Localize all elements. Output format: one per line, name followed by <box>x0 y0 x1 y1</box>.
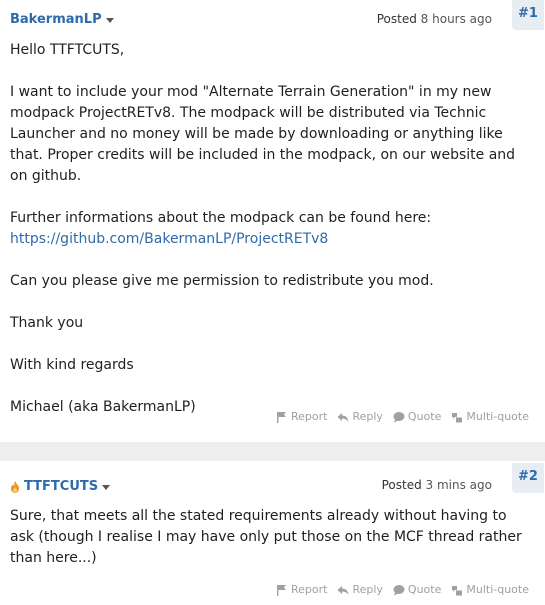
reply-arrow-icon <box>337 585 349 595</box>
quote-label: Quote <box>407 410 442 423</box>
reply-button[interactable]: Reply <box>337 583 383 596</box>
post-paragraph: Hello TTFTCUTS, <box>10 42 125 58</box>
report-label: Report <box>290 410 328 423</box>
quote-label: Quote <box>407 583 442 596</box>
multi-quote-label: Multi-quote <box>466 583 529 596</box>
posted-time: Posted 8 hours ago <box>377 12 492 26</box>
caret-down-icon <box>102 485 111 490</box>
post-body: Sure, that meets all the stated requirem… <box>10 506 525 569</box>
report-label: Report <box>290 583 328 596</box>
multi-quote-button[interactable]: Multi-quote <box>451 410 529 423</box>
multi-quote-icon <box>452 412 463 422</box>
quote-button[interactable]: Quote <box>393 410 441 423</box>
post-2: #2 TTFTCUTS Posted 3 mins ago Sure, that… <box>0 461 545 605</box>
author-name: BakermanLP <box>10 12 102 27</box>
post-number-link[interactable]: #2 <box>512 463 544 493</box>
multi-quote-label: Multi-quote <box>466 410 529 423</box>
speech-bubble-icon <box>393 411 405 422</box>
reply-button[interactable]: Reply <box>337 410 383 423</box>
post-actions: Report Reply Quote Multi-quote <box>276 583 529 596</box>
caret-down-icon <box>105 18 114 23</box>
posted-time-value: 3 mins ago <box>425 478 492 492</box>
reply-label: Reply <box>352 410 383 423</box>
post-1: #1 BakermanLP Posted 8 hours ago Hello T… <box>0 0 545 442</box>
post-paragraph: Thank you <box>10 315 84 331</box>
multi-quote-button[interactable]: Multi-quote <box>451 583 529 596</box>
post-number-link[interactable]: #1 <box>512 0 544 30</box>
author-name-link[interactable]: TTFTCUTS <box>10 479 111 494</box>
author-name: TTFTCUTS <box>24 479 99 494</box>
reply-label: Reply <box>352 583 383 596</box>
flag-icon <box>276 411 286 423</box>
post-paragraph: With kind regards <box>10 357 134 373</box>
multi-quote-icon <box>452 585 463 595</box>
flame-icon <box>11 480 19 493</box>
post-body: Hello TTFTCUTS, I want to include your m… <box>10 40 525 418</box>
posted-time: Posted 3 mins ago <box>382 478 492 492</box>
posted-time-value: 8 hours ago <box>420 12 492 26</box>
post-paragraph: Further informations about the modpack c… <box>10 208 525 250</box>
posted-label: Posted <box>381 478 422 492</box>
report-button[interactable]: Report <box>276 410 327 423</box>
modpack-link[interactable]: https://github.com/BakermanLP/ProjectRET… <box>10 231 328 247</box>
report-button[interactable]: Report <box>276 583 327 596</box>
post-paragraph: Can you please give me permission to red… <box>10 273 434 289</box>
reply-arrow-icon <box>337 412 349 422</box>
post-actions: Report Reply Quote Multi-quote <box>276 410 529 423</box>
post-paragraph-text: Further informations about the modpack c… <box>10 210 432 226</box>
quote-button[interactable]: Quote <box>393 583 441 596</box>
speech-bubble-icon <box>393 584 405 595</box>
flag-icon <box>276 584 286 596</box>
author-name-link[interactable]: BakermanLP <box>10 12 114 27</box>
post-paragraph: I want to include your mod "Alternate Te… <box>10 84 516 184</box>
post-paragraph: Sure, that meets all the stated requirem… <box>10 508 522 566</box>
posted-label: Posted <box>376 12 417 26</box>
